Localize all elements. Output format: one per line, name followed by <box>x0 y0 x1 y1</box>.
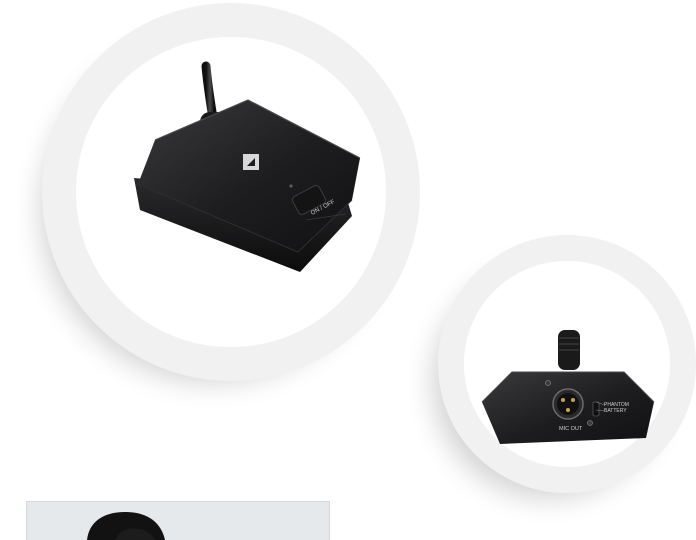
gooseneck-collar <box>558 330 580 370</box>
person-photo-thumbnail <box>26 501 330 540</box>
mic-top-view: ON / OFF <box>42 3 420 381</box>
brand-logo-icon <box>243 154 259 170</box>
product-showcase: ON / OFF MIC OUT PHANTOM BATTERY <box>42 3 696 493</box>
person-photo <box>27 502 329 540</box>
mic-rear-view: MIC OUT PHANTOM BATTERY <box>438 235 696 493</box>
battery-label: BATTERY <box>604 408 627 414</box>
output-label: MIC OUT <box>559 426 583 432</box>
